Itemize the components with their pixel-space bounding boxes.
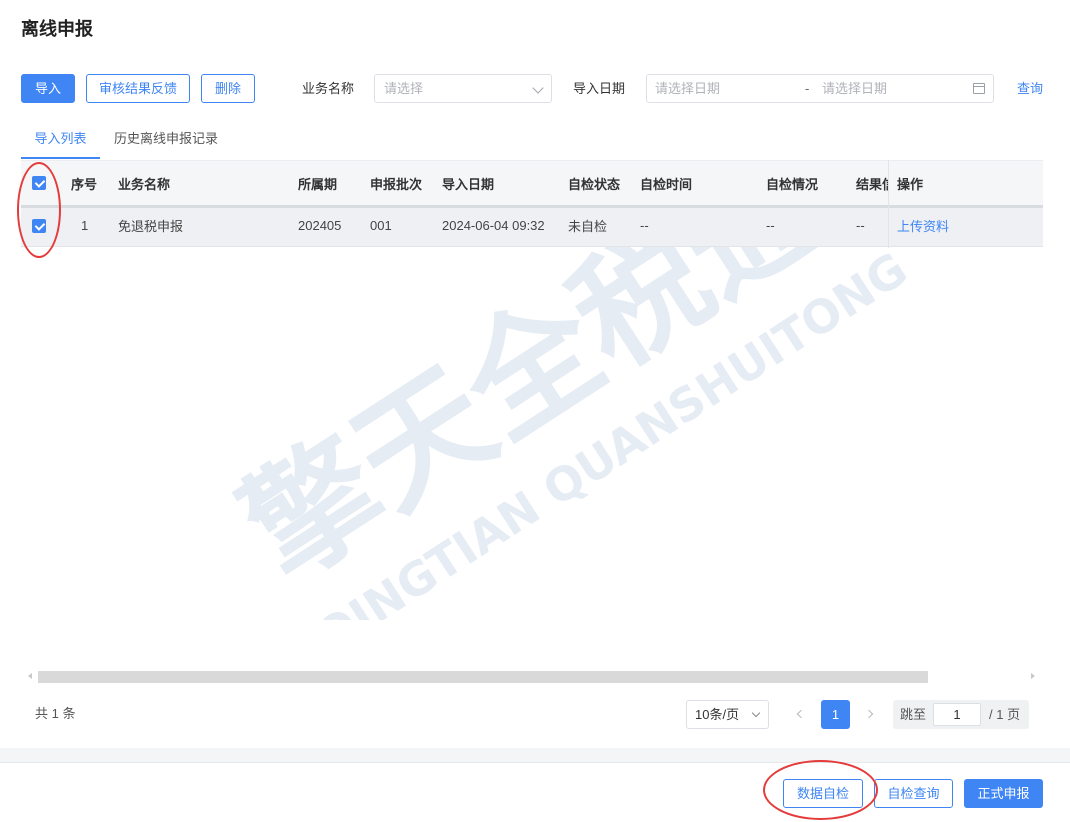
checkbox-checked-icon [32, 218, 46, 233]
cell-import-date: 2024-06-04 09:32 [442, 218, 545, 233]
toolbar: 导入 审核结果反馈 删除 业务名称 请选择 导入日期 请选择日期 - 请选择日期… [21, 74, 1046, 104]
table-header: 序号 业务名称 所属期 申报批次 导入日期 自检状态 自检时间 自检情况 结果信… [21, 160, 1043, 205]
header-business-name: 业务名称 [118, 176, 171, 192]
header-period: 所属期 [298, 176, 338, 192]
calendar-icon[interactable] [973, 83, 985, 94]
header-result-info: 结果信 [856, 176, 888, 192]
page-number-current[interactable]: 1 [821, 700, 850, 729]
header-index: 序号 [71, 176, 98, 192]
chevron-down-icon [532, 82, 544, 94]
cell-batch: 001 [370, 218, 392, 233]
jump-page-input[interactable]: 1 [933, 703, 981, 726]
footer-divider [0, 762, 1070, 763]
scrollbar-thumb[interactable] [38, 671, 928, 683]
scroll-right-icon[interactable] [1031, 673, 1035, 679]
scroll-left-icon[interactable] [28, 673, 32, 679]
cell-business-name: 免退税申报 [118, 219, 184, 234]
table-row[interactable]: 1 免退税申报 202405 001 2024-06-04 09:32 未自检 … [21, 205, 1043, 247]
header-check-result: 自检情况 [766, 176, 819, 192]
header-batch: 申报批次 [370, 176, 423, 192]
business-name-label: 业务名称 [302, 81, 355, 96]
page-jumper: 跳至 1 / 1 页 [893, 700, 1029, 729]
jump-label: 跳至 [900, 707, 927, 722]
date-start-input[interactable]: 请选择日期 [655, 75, 720, 102]
table-header-scrollbar [21, 205, 1043, 208]
watermark-en-text: QINGTIAN QUANSHUITONG [307, 242, 917, 620]
self-check-query-button[interactable]: 自检查询 [874, 779, 953, 808]
header-check-status: 自检状态 [568, 176, 621, 192]
upload-materials-link[interactable]: 上传资料 [897, 205, 949, 246]
formal-submit-button[interactable]: 正式申报 [964, 779, 1043, 808]
cell-result-info: -- [856, 218, 865, 233]
page-size-select[interactable]: 10条/页 [686, 700, 769, 729]
next-page-icon[interactable] [864, 709, 874, 719]
header-check-time: 自检时间 [640, 176, 693, 192]
tab-history-records[interactable]: 历史离线申报记录 [114, 125, 218, 159]
select-all-checkbox[interactable] [32, 161, 46, 205]
chevron-down-icon [751, 708, 761, 718]
fixed-column-divider [888, 160, 889, 248]
cell-period: 202405 [298, 218, 342, 233]
review-feedback-button[interactable]: 审核结果反馈 [86, 74, 190, 103]
business-name-select[interactable]: 请选择 [374, 74, 552, 103]
total-count: 共 1 条 [35, 706, 76, 721]
business-name-placeholder: 请选择 [384, 81, 424, 96]
horizontal-scrollbar[interactable] [27, 670, 1037, 684]
page-size-value: 10条/页 [695, 707, 740, 722]
watermark: 擎天全税通 QINGTIAN QUANSHUITONG [219, 200, 917, 620]
delete-button[interactable]: 删除 [201, 74, 255, 103]
header-import-date: 导入日期 [442, 176, 495, 192]
date-end-input[interactable]: 请选择日期 [822, 75, 887, 102]
query-button[interactable]: 查询 [1017, 74, 1043, 103]
tab-import-list[interactable]: 导入列表 [21, 125, 100, 159]
tab-bar: 导入列表 历史离线申报记录 [21, 125, 1043, 160]
cell-check-time: -- [640, 218, 649, 233]
import-button[interactable]: 导入 [21, 74, 75, 103]
footer-separator [0, 748, 1070, 762]
page-title: 离线申报 [21, 19, 93, 39]
date-separator: - [805, 81, 810, 96]
import-date-range-picker[interactable]: 请选择日期 - 请选择日期 [646, 74, 994, 103]
data-self-check-button[interactable]: 数据自检 [783, 779, 863, 808]
cell-check-result: -- [766, 218, 775, 233]
cell-index: 1 [81, 218, 89, 233]
total-pages-text: / 1 页 [989, 707, 1021, 722]
checkbox-checked-icon [32, 176, 46, 190]
import-list-table: 序号 业务名称 所属期 申报批次 导入日期 自检状态 自检时间 自检情况 结果信… [21, 160, 1043, 248]
row-checkbox[interactable] [32, 205, 46, 246]
cell-check-status: 未自检 [568, 219, 608, 234]
watermark-cn-text: 擎天全税通 [219, 200, 847, 609]
header-action: 操作 [897, 176, 924, 192]
prev-page-icon[interactable] [796, 709, 806, 719]
import-date-label: 导入日期 [573, 81, 626, 96]
